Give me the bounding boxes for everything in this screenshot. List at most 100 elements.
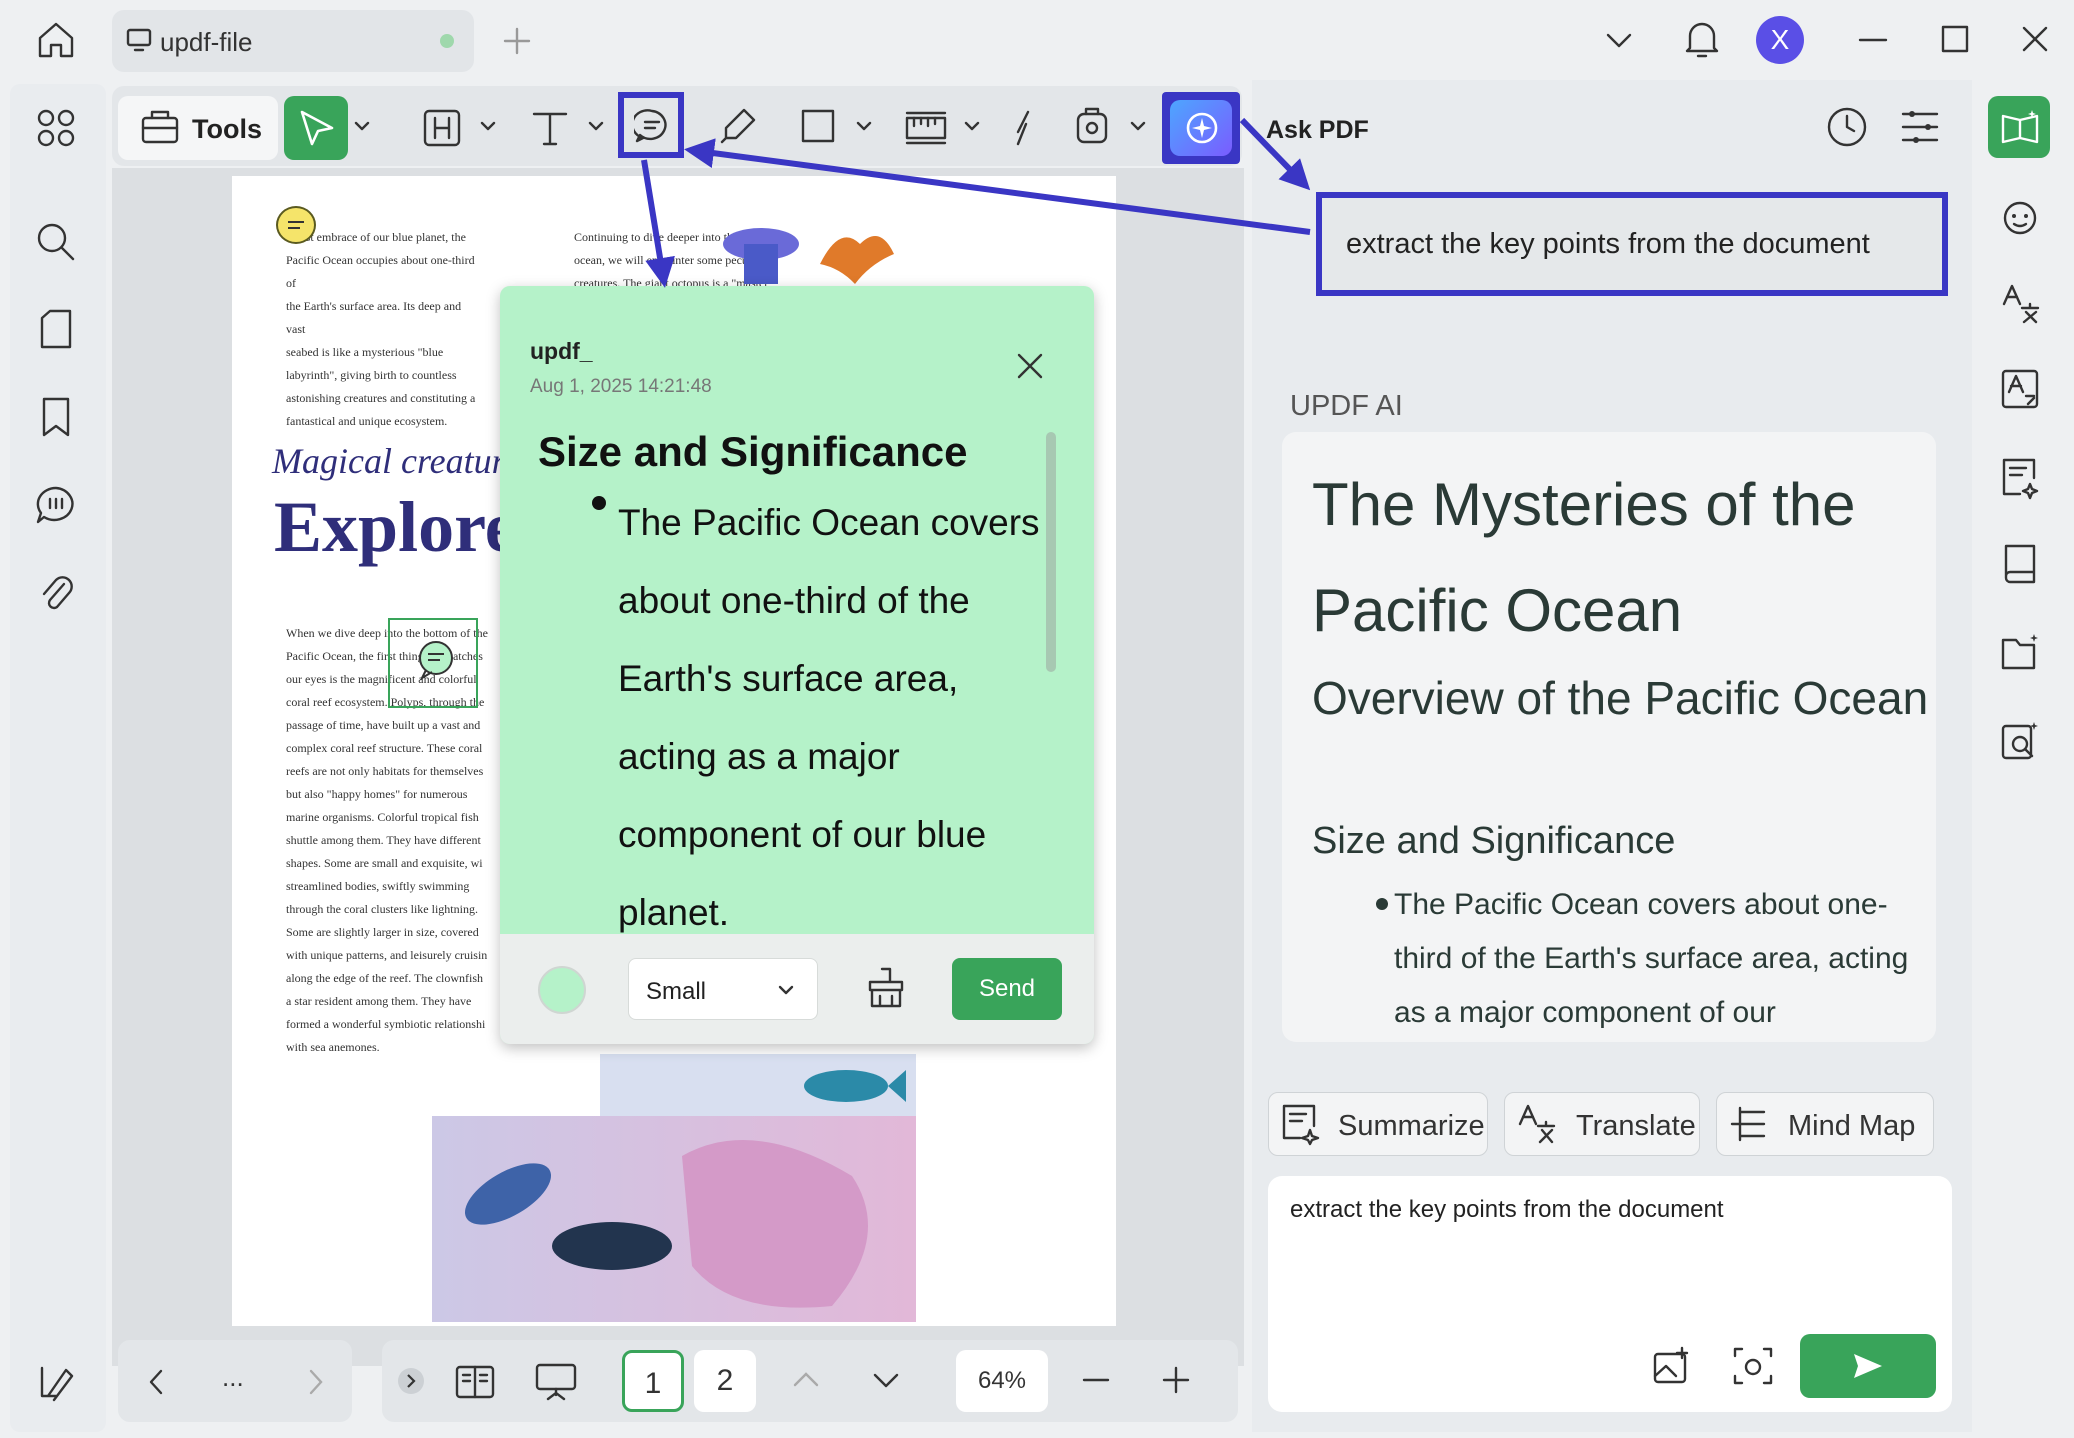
translate-page-icon[interactable] [2000,368,2040,410]
prompt-text: extract the key points from the document [1346,228,1870,260]
small-fish-image [788,1056,908,1116]
close-window-icon[interactable] [2020,24,2050,54]
response-heading-1: The Mysteries of the Pacific Ocean [1312,471,1856,644]
monitor-icon [126,28,152,52]
page-icon[interactable] [38,308,74,350]
note-marker-icon[interactable] [276,206,316,244]
search-icon[interactable] [34,220,76,262]
ask-pdf-title: Ask PDF [1266,116,1369,144]
send-arrow-icon [1852,1352,1884,1380]
book-icon[interactable] [2002,542,2038,586]
selected-note-marker-icon[interactable] [416,640,456,682]
bell-icon[interactable] [1684,18,1720,60]
book-sparkle-icon [2000,108,2040,146]
section-title: Explore [274,487,517,567]
mind-map-icon [1728,1104,1768,1144]
chat-bot-icon[interactable] [2000,196,2042,236]
rectangle-tool-icon[interactable] [800,108,836,144]
tab-title: updf-file [160,27,253,57]
folder-sparkle-icon[interactable] [2000,632,2042,672]
more-button[interactable]: ... [222,1362,244,1393]
two-page-view-icon[interactable] [454,1364,496,1400]
chevron-up-icon[interactable] [792,1370,820,1388]
translate-label: Translate [1576,1110,1696,1142]
zoom-level[interactable]: 64% [956,1350,1048,1412]
expand-icon[interactable] [396,1366,426,1396]
response-heading-3: Size and Significance [1312,820,1676,862]
close-icon[interactable] [1016,352,1044,380]
note-send-button[interactable]: Send [952,958,1062,1020]
screenshot-icon[interactable] [1732,1346,1774,1386]
sea-anemone-image [716,224,806,286]
left-sidebar [10,84,106,1432]
section-subtitle: Magical creatur [272,441,506,481]
settings-sliders-icon[interactable] [1900,108,1940,146]
attachment-icon[interactable] [38,572,74,616]
search-sparkle-icon[interactable] [2000,720,2042,762]
page-2-button[interactable]: 2 [694,1350,756,1412]
response-bullet [1376,898,1388,910]
response-bullet-text: The Pacific Ocean covers about one-third… [1394,888,1909,1029]
heading-tool-icon[interactable] [422,108,462,148]
cursor-icon [298,108,336,148]
response-heading-2: Overview of the Pacific Ocean [1312,672,1929,724]
stamp-dropdown-icon[interactable] [1130,120,1146,132]
note-timestamp: Aug 1, 2025 14:21:48 [530,376,712,397]
tools-label: Tools [192,114,262,144]
note-bullet [592,496,606,510]
text-dropdown-icon[interactable] [588,120,604,132]
font-size-value: Small [646,978,707,1005]
summarize-page-icon[interactable] [2000,456,2040,500]
zoom-out-icon[interactable] [1082,1378,1110,1382]
bookmark-icon[interactable] [40,396,72,438]
text-tool-icon[interactable] [530,108,570,148]
comments-icon[interactable] [34,484,78,526]
heading-dropdown-icon[interactable] [480,120,496,132]
chevron-down-icon [778,984,794,996]
presentation-icon[interactable] [534,1362,578,1402]
chevron-left-icon[interactable] [146,1368,166,1396]
measure-dropdown-icon[interactable] [964,120,980,132]
image-upload-icon[interactable] [1652,1346,1692,1386]
translate-icon [1516,1102,1556,1146]
ai-response-card[interactable]: The Mysteries of the Pacific Ocean Overv… [1282,432,1936,1042]
mind-map-label: Mind Map [1788,1110,1916,1142]
chevron-down-icon[interactable] [872,1372,900,1390]
coral-image [810,224,900,286]
thumbnails-icon[interactable] [36,108,76,148]
layers-icon[interactable] [36,1362,76,1402]
page-1-button[interactable]: 1 [622,1350,684,1412]
toolbox-icon [140,106,180,146]
coral-reef-image [432,1116,916,1322]
zoom-in-icon[interactable] [1162,1366,1190,1394]
home-icon[interactable] [34,18,78,62]
ai-sender-label: UPDF AI [1290,390,1403,422]
note-icon [634,108,670,144]
note-scrollbar[interactable] [1046,432,1056,672]
maximize-icon[interactable] [1940,24,1970,54]
new-tab-icon[interactable] [502,26,532,56]
summarize-label: Summarize [1338,1110,1485,1142]
stamp-icon[interactable] [1074,106,1110,146]
chevron-right-icon[interactable] [306,1368,326,1396]
summarize-icon [1280,1102,1320,1146]
link-tool-icon[interactable] [1014,108,1032,148]
sparkle-ai-icon [1182,108,1222,148]
user-avatar[interactable]: X [1756,16,1804,64]
select-dropdown-icon[interactable] [354,120,370,132]
stamp-group [1050,86,1174,166]
note-color-picker[interactable] [538,966,586,1014]
chat-input-text[interactable]: extract the key points from the document [1290,1196,1724,1224]
chevron-down-icon[interactable] [1604,28,1634,52]
note-text-area[interactable]: The Pacific Ocean covers about one-third … [618,484,1048,952]
unsaved-dot [440,34,454,48]
shape-dropdown-icon[interactable] [856,120,872,132]
translate-icon[interactable] [2000,282,2040,324]
minimize-icon[interactable] [1858,38,1888,42]
broom-icon[interactable] [866,966,906,1010]
paragraph-col1: a vast embrace of our blue planet, the Pa… [286,230,476,428]
note-heading[interactable]: Size and Significance [538,428,967,476]
history-icon[interactable] [1826,106,1868,148]
measure-tool-icon[interactable] [904,108,948,148]
highlighter-icon[interactable] [718,106,758,146]
